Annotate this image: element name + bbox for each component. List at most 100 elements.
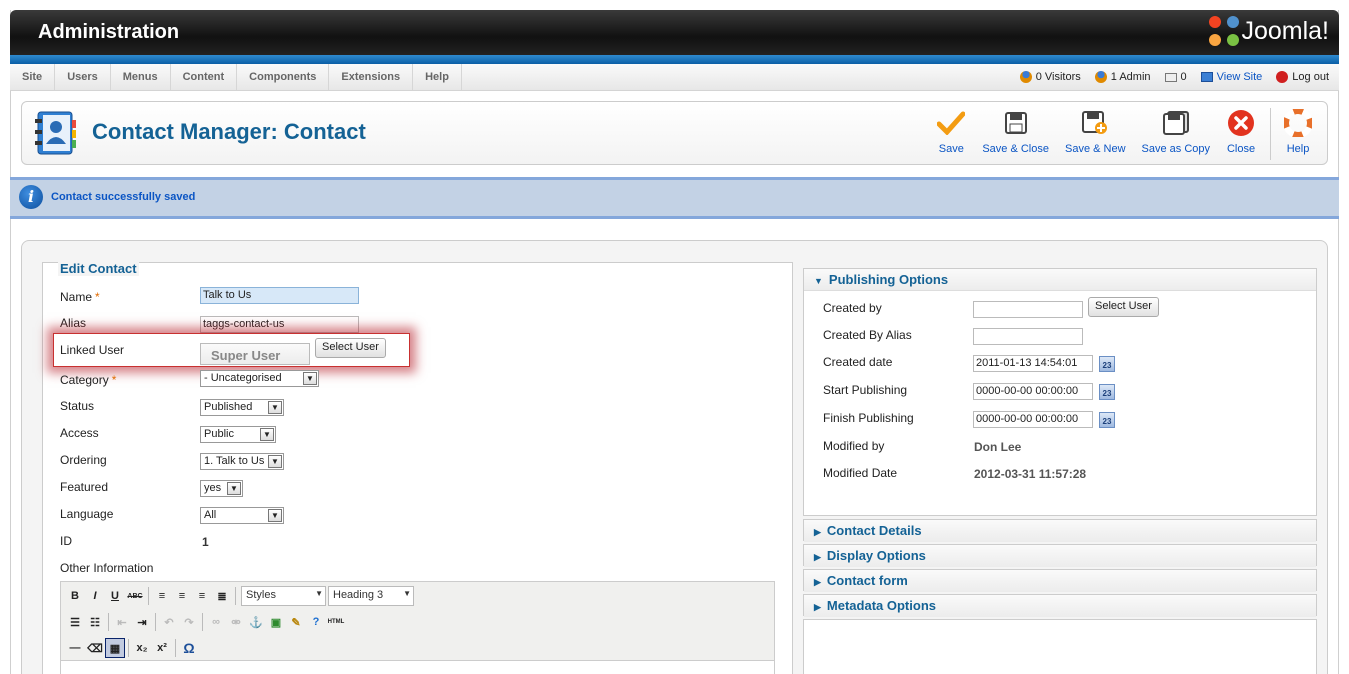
created-by-select-user-button[interactable]: Select User [1088, 297, 1159, 317]
save-close-button[interactable]: Save & Close [974, 108, 1057, 160]
save-button[interactable]: Save [928, 108, 974, 160]
modified-date-label: Modified Date [823, 466, 898, 480]
contact-form-header[interactable]: ▶ Contact form [804, 570, 1316, 592]
menu-site[interactable]: Site [10, 64, 56, 90]
access-select[interactable]: Public ▼ [200, 426, 276, 443]
numbered-list-icon[interactable]: ☷ [85, 612, 105, 632]
modified-by-label: Modified by [823, 439, 885, 453]
visitors-icon [1019, 71, 1032, 83]
id-label: ID [60, 534, 72, 548]
outdent-icon[interactable]: ⇤ [112, 612, 132, 632]
align-right-icon[interactable]: ≡ [192, 586, 212, 606]
toolbar-divider [148, 587, 149, 605]
messages-icon [1164, 72, 1177, 82]
calendar-icon[interactable]: 23 [1099, 356, 1115, 372]
created-date-input[interactable]: 2011-01-13 14:54:01 [973, 355, 1093, 372]
save-copy-button[interactable]: Save as Copy [1134, 108, 1218, 160]
editor-content-area[interactable] [61, 660, 774, 674]
chevron-down-icon: ▼ [315, 589, 323, 598]
messages-count: 0 [1180, 71, 1187, 83]
language-select[interactable]: All ▼ [200, 507, 284, 524]
admins-status: 1 Admin [1094, 71, 1151, 83]
horizontal-rule-icon[interactable]: — [65, 638, 85, 658]
anchor-icon[interactable]: ⚓ [246, 612, 266, 632]
menu-components[interactable]: Components [237, 64, 330, 90]
close-button[interactable]: Close [1218, 108, 1264, 160]
styles-select[interactable]: Styles ▼ [241, 586, 326, 606]
help-button[interactable]: Help [1270, 108, 1321, 160]
created-alias-input[interactable] [973, 328, 1083, 345]
calendar-icon[interactable]: 23 [1099, 412, 1115, 428]
help-label: Help [1286, 143, 1310, 155]
unlink-icon[interactable]: ⚮ [226, 612, 246, 632]
linked-user-input[interactable]: Super User [200, 343, 310, 365]
start-publishing-input[interactable]: 0000-00-00 00:00:00 [973, 383, 1093, 400]
chevron-down-icon: ▼ [268, 401, 282, 414]
finish-publishing-label: Finish Publishing [823, 411, 914, 425]
display-options-header[interactable]: ▶ Display Options [804, 545, 1316, 567]
format-select[interactable]: Heading 3 ▼ [328, 586, 414, 606]
image-icon[interactable]: ▣ [266, 612, 286, 632]
menu-menus[interactable]: Menus [111, 64, 171, 90]
linked-select-user-button[interactable]: Select User [315, 338, 386, 358]
align-justify-icon[interactable]: ≣ [212, 586, 232, 606]
save-new-button[interactable]: Save & New [1057, 108, 1134, 160]
joomla-logo[interactable]: Joomla! [1209, 16, 1329, 46]
close-label: Close [1226, 143, 1256, 155]
name-input[interactable]: Talk to Us [200, 287, 359, 304]
alias-input[interactable]: taggs-contact-us [200, 316, 359, 333]
menu-bar: Site Users Menus Content Components Exte… [10, 64, 1339, 91]
checkmark-icon [936, 108, 966, 138]
bold-button[interactable]: B [65, 586, 85, 606]
finish-publishing-input[interactable]: 0000-00-00 00:00:00 [973, 411, 1093, 428]
html-source-button[interactable]: HTML [326, 612, 346, 632]
link-icon[interactable]: ∞ [206, 612, 226, 632]
contact-book-icon [34, 110, 78, 156]
metadata-options-panel[interactable]: ▶ Metadata Options [803, 594, 1317, 617]
right-column-bottom [803, 619, 1317, 674]
special-char-button[interactable]: Ω [179, 638, 199, 658]
category-select[interactable]: - Uncategorised ▼ [200, 370, 319, 387]
superscript-icon[interactable]: x² [152, 638, 172, 658]
align-center-icon[interactable]: ≡ [172, 586, 192, 606]
italic-button[interactable]: I [85, 586, 105, 606]
contact-details-header[interactable]: ▶ Contact Details [804, 520, 1316, 542]
status-select[interactable]: Published ▼ [200, 399, 284, 416]
featured-label: Featured [60, 480, 109, 494]
display-options-panel[interactable]: ▶ Display Options [803, 544, 1317, 567]
subscript-icon[interactable]: x₂ [132, 638, 152, 658]
messages-status[interactable]: 0 [1164, 71, 1187, 83]
featured-select[interactable]: yes ▼ [200, 480, 243, 497]
strikethrough-button[interactable]: ABC [125, 586, 145, 606]
menu-users[interactable]: Users [55, 64, 111, 90]
action-toolbar: Save Save & Close Save & New Save as Cop… [928, 108, 1321, 160]
calendar-icon[interactable]: 23 [1099, 384, 1115, 400]
cleanup-icon[interactable]: ✎ [286, 612, 306, 632]
help-circle-icon[interactable]: ? [306, 612, 326, 632]
logout-link[interactable]: Log out [1276, 71, 1329, 83]
eraser-icon[interactable]: ⌫ [85, 638, 105, 658]
align-left-icon[interactable]: ≡ [152, 586, 172, 606]
underline-button[interactable]: U [105, 586, 125, 606]
created-by-input[interactable] [973, 301, 1083, 318]
triangle-right-icon: ▶ [814, 577, 821, 587]
indent-icon[interactable]: ⇥ [132, 612, 152, 632]
contact-form-panel[interactable]: ▶ Contact form [803, 569, 1317, 592]
contact-details-panel[interactable]: ▶ Contact Details [803, 519, 1317, 542]
menu-content[interactable]: Content [171, 64, 238, 90]
ordering-select[interactable]: 1. Talk to Us ▼ [200, 453, 284, 470]
access-label: Access [60, 426, 99, 440]
logout-text[interactable]: Log out [1292, 71, 1329, 83]
table-icon[interactable]: ▦ [105, 638, 125, 658]
publishing-options-header[interactable]: ▼ Publishing Options [804, 269, 1316, 291]
toolbar-divider [108, 613, 109, 631]
view-site-link[interactable]: View Site [1200, 71, 1263, 83]
menu-extensions[interactable]: Extensions [329, 64, 414, 90]
undo-icon[interactable]: ↶ [159, 612, 179, 632]
visitors-count: 0 Visitors [1035, 71, 1081, 83]
view-site-text[interactable]: View Site [1217, 71, 1263, 83]
metadata-options-header[interactable]: ▶ Metadata Options [804, 595, 1316, 617]
bullet-list-icon[interactable]: ☰ [65, 612, 85, 632]
redo-icon[interactable]: ↷ [179, 612, 199, 632]
menu-help[interactable]: Help [413, 64, 462, 90]
